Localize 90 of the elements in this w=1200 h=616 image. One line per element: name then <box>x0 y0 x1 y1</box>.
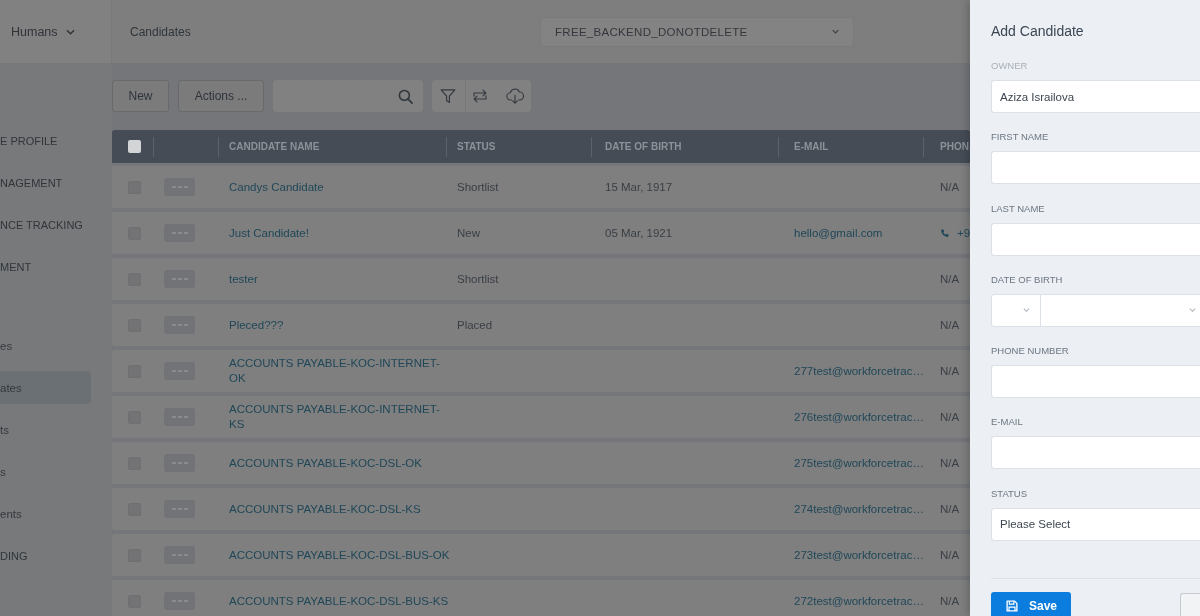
column-header[interactable]: STATUS <box>457 141 496 152</box>
candidate-name-link[interactable]: ACCOUNTS PAYABLE-KOC-INTERNET-OK <box>229 356 453 386</box>
select-all-checkbox[interactable] <box>128 140 141 153</box>
chevron-down-icon <box>1023 308 1030 313</box>
select-field[interactable]: Please Select <box>991 507 1200 541</box>
sidebar-section[interactable]: DING <box>0 539 91 572</box>
email-link[interactable]: 273test@workforcetrac… <box>794 547 924 563</box>
candidate-name-link[interactable]: ACCOUNTS PAYABLE-KOC-INTERNET-KS <box>229 402 453 432</box>
sidebar-item[interactable]: s <box>0 455 91 488</box>
field-label: STATUS <box>991 487 1028 500</box>
candidate-name-link[interactable]: tester <box>229 271 258 287</box>
candidate-name-link[interactable]: ACCOUNTS PAYABLE-KOC-DSL-BUS-KS <box>229 593 449 609</box>
column-header[interactable]: CANDIDATE NAME <box>229 141 320 152</box>
field-label: FIRST NAME <box>991 131 1049 144</box>
email-link[interactable]: hello@gmail.com <box>794 225 883 241</box>
panel-title: Add Candidate <box>991 22 1085 40</box>
phone-icon <box>940 228 949 238</box>
account-name[interactable]: Humans <box>11 24 58 39</box>
sidebar-section[interactable]: E PROFILE <box>0 124 91 157</box>
sidebar-item[interactable]: ents <box>0 497 91 530</box>
candidate-name-link[interactable]: Pleced??? <box>229 317 284 333</box>
candidate-name-link[interactable]: Just Candidate! <box>229 225 309 241</box>
email-link[interactable]: 274test@workforcetrac… <box>794 501 924 517</box>
chevron-down-icon <box>1189 308 1196 313</box>
row-menu-button[interactable] <box>164 592 195 610</box>
date-cell: 05 Mar, 1921 <box>605 225 673 241</box>
row-menu-button[interactable] <box>164 362 195 380</box>
swap-arrows-icon[interactable] <box>472 88 488 104</box>
column-header[interactable]: E-MAIL <box>794 141 829 152</box>
phone-cell: N/A <box>940 547 960 563</box>
chevron-down-icon <box>65 28 75 35</box>
new-button[interactable]: New <box>112 80 169 112</box>
search-icon[interactable] <box>398 88 413 104</box>
status-cell: Shortlist <box>457 271 499 287</box>
field-label: E-MAIL <box>991 416 1023 429</box>
column-header[interactable]: DATE OF BIRTH <box>605 141 682 152</box>
phone-cell: N/A <box>940 271 960 287</box>
email-link[interactable]: 276test@workforcetrac… <box>794 409 924 425</box>
email-link[interactable]: 272test@workforcetrac… <box>794 593 924 609</box>
status-cell: Shortlist <box>457 179 499 195</box>
row-menu-button[interactable] <box>164 224 195 242</box>
phone-cell: N/A <box>940 593 960 609</box>
email-link[interactable]: 277test@workforcetrac… <box>794 363 924 379</box>
phone-cell: N/A <box>940 409 960 425</box>
candidate-name-link[interactable]: ACCOUNTS PAYABLE-KOC-DSL-BUS-OK <box>229 547 450 563</box>
phone-cell: N/A <box>940 317 960 333</box>
phone-cell: N/A <box>940 501 960 517</box>
sidebar-item[interactable]: ts <box>0 413 91 446</box>
sidebar-section[interactable]: NCE TRACKING <box>0 208 91 241</box>
filter-icon[interactable] <box>440 88 456 104</box>
outline-button[interactable] <box>1180 592 1200 616</box>
phone-cell: N/A <box>940 179 960 195</box>
row-menu-button[interactable] <box>164 500 195 518</box>
column-header[interactable]: PHON <box>940 141 969 152</box>
input-field[interactable] <box>991 151 1200 185</box>
candidate-name-link[interactable]: ACCOUNTS PAYABLE-KOC-DSL-KS <box>229 501 421 517</box>
page-title: Candidates <box>130 24 191 39</box>
status-cell: New <box>457 225 480 241</box>
phone-cell: N/A <box>940 455 960 471</box>
candidate-name-link[interactable]: Candys Candidate <box>229 179 324 195</box>
sidebar-section[interactable]: NAGEMENT <box>0 166 91 199</box>
workspace-dropdown[interactable]: FREE_BACKEND_DONOTDELETE <box>540 16 854 47</box>
select-field[interactable] <box>991 293 1041 327</box>
row-menu-button[interactable] <box>164 316 195 334</box>
sidebar-section[interactable]: MENT <box>0 250 91 283</box>
row-menu-button[interactable] <box>164 454 195 472</box>
phone-link[interactable]: +9 <box>957 225 970 241</box>
field-label: PHONE NUMBER <box>991 345 1069 358</box>
input-field[interactable] <box>991 365 1200 399</box>
input-field[interactable] <box>991 436 1200 470</box>
cloud-download-icon[interactable] <box>506 88 524 104</box>
field-label: OWNER <box>991 60 1028 72</box>
candidate-name-link[interactable]: ACCOUNTS PAYABLE-KOC-DSL-OK <box>229 455 422 471</box>
row-menu-button[interactable] <box>164 546 195 564</box>
status-cell: Placed <box>457 317 493 333</box>
row-menu-button[interactable] <box>164 270 195 288</box>
field-label: LAST NAME <box>991 202 1045 215</box>
chevron-down-icon <box>832 29 839 34</box>
save-button[interactable]: Save <box>991 591 1071 616</box>
actions-button[interactable]: Actions ... <box>178 80 264 112</box>
phone-cell: N/A <box>940 363 960 379</box>
search-field[interactable] <box>273 80 423 112</box>
email-link[interactable]: 275test@workforcetrac… <box>794 455 924 471</box>
sidebar-item[interactable]: es <box>0 329 91 362</box>
field-label: DATE OF BIRTH <box>991 273 1063 286</box>
row-menu-button[interactable] <box>164 408 195 426</box>
select-field[interactable] <box>1041 293 1200 327</box>
date-cell: 15 Mar, 1917 <box>605 179 673 195</box>
input-field[interactable] <box>991 222 1200 256</box>
row-menu-button[interactable] <box>164 178 195 196</box>
